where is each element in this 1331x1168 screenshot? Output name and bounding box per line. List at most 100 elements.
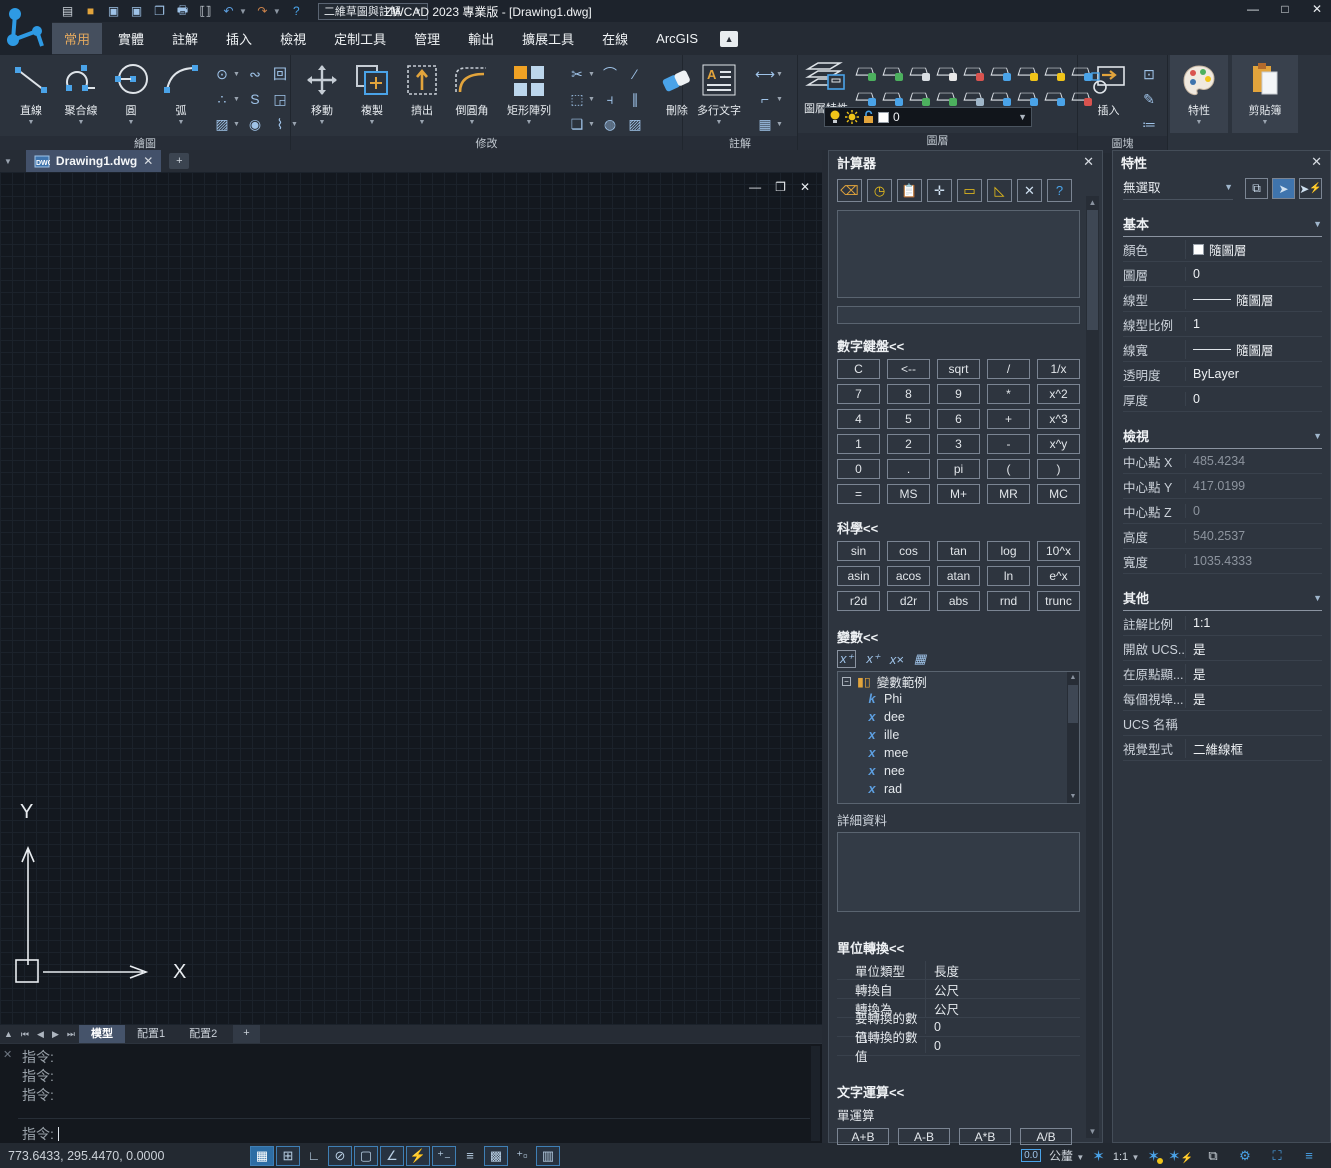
calc-key-MR[interactable]: MR xyxy=(987,484,1030,504)
angle-snap-icon[interactable]: ∠ xyxy=(380,1146,404,1166)
ribbon-collapse-button[interactable]: ▲ xyxy=(720,31,738,47)
property-value[interactable]: 隨圖層 xyxy=(1185,340,1322,359)
property-value[interactable]: 是 xyxy=(1185,639,1322,658)
calc-key-atan[interactable]: atan xyxy=(937,566,980,586)
quick-properties-icon[interactable]: ⁺▫ xyxy=(510,1146,534,1166)
calc-key-r2d[interactable]: r2d xyxy=(837,591,880,611)
calc-key--[interactable]: - xyxy=(987,434,1030,454)
close-icon[interactable]: ✕ xyxy=(1311,154,1322,170)
property-value[interactable]: 1 xyxy=(1185,317,1322,331)
layer-unlock-icon[interactable] xyxy=(987,59,1013,83)
table-icon[interactable]: ▦▼ xyxy=(753,112,785,136)
move-button[interactable]: 移動▼ xyxy=(297,59,347,133)
calc-key-tan[interactable]: tan xyxy=(937,541,980,561)
align-icon[interactable]: ⫞ xyxy=(598,87,622,111)
layout-tab-模型[interactable]: 模型 xyxy=(79,1025,125,1043)
property-value[interactable]: 0 xyxy=(1185,267,1322,281)
object-snap-icon[interactable]: ▢ xyxy=(354,1146,378,1166)
textop-A+B[interactable]: A+B xyxy=(837,1128,889,1145)
layout-nav-icon[interactable]: ⏭ xyxy=(63,1029,79,1040)
layer-on-icon[interactable] xyxy=(879,59,905,83)
doc-minimize-button[interactable]: — xyxy=(749,180,761,194)
calc-key-1[interactable]: 1 xyxy=(837,434,880,454)
ribbon-tab-定制工具[interactable]: 定制工具 xyxy=(322,23,398,54)
insert-block-button[interactable]: 插入 xyxy=(1084,59,1133,133)
close-icon[interactable]: ✕ xyxy=(1083,154,1094,170)
layer-merge-icon[interactable] xyxy=(987,84,1013,108)
layer-make-current-icon[interactable] xyxy=(933,84,959,108)
ribbon-tab-在線[interactable]: 在線 xyxy=(590,23,640,54)
layer-previous-icon[interactable] xyxy=(960,84,986,108)
ribbon-tab-註解[interactable]: 註解 xyxy=(160,23,210,54)
layer-walk-icon[interactable] xyxy=(879,84,905,108)
create-block-icon[interactable]: ⊡ xyxy=(1137,62,1161,86)
get-coordinates-icon[interactable]: ✛ xyxy=(927,179,952,202)
close-icon[interactable]: ✕ xyxy=(3,1048,12,1061)
property-value[interactable]: 417.0199 xyxy=(1185,479,1322,493)
calc-key-/[interactable]: / xyxy=(987,359,1030,379)
textop-A*B[interactable]: A*B xyxy=(959,1128,1011,1145)
doc-restore-button[interactable]: ❐ xyxy=(775,180,786,194)
calc-key-abs[interactable]: abs xyxy=(937,591,980,611)
snap-tracking-icon[interactable]: ⚡ xyxy=(406,1146,430,1166)
calc-key-4[interactable]: 4 xyxy=(837,409,880,429)
donut-icon[interactable]: ◉ xyxy=(243,112,267,136)
variable-item-vee[interactable]: xvee xyxy=(838,798,1079,804)
paste-to-command-icon[interactable]: 📋 xyxy=(897,179,922,202)
layout-add-button[interactable]: + xyxy=(233,1025,259,1043)
array-button[interactable]: 矩形陣列▼ xyxy=(497,59,561,133)
edit-variable-icon[interactable]: x⁺ xyxy=(866,651,879,667)
calc-key-x^3[interactable]: x^3 xyxy=(1037,409,1080,429)
annotation-scale-dropdown[interactable]: 1:1 ▼ xyxy=(1113,1149,1140,1163)
calc-key-log[interactable]: log xyxy=(987,541,1030,561)
measure-distance-icon[interactable]: ▭ xyxy=(957,179,982,202)
variable-item-Phi[interactable]: kPhi xyxy=(838,690,1079,708)
select-objects-icon[interactable]: ➤ xyxy=(1272,178,1295,199)
variable-item-dee[interactable]: xdee xyxy=(838,708,1079,726)
maximize-button[interactable]: □ xyxy=(1277,2,1293,16)
lineweight-icon[interactable]: ≡ xyxy=(458,1146,482,1166)
calculator-icon[interactable]: ▦ xyxy=(914,651,926,667)
layout-nav-icon[interactable]: ▶ xyxy=(48,1029,63,1040)
ribbon-tab-ArcGIS[interactable]: ArcGIS xyxy=(644,25,710,52)
polar-tracking-icon[interactable]: ⊘ xyxy=(328,1146,352,1166)
property-group-其他[interactable]: 其他▼ xyxy=(1123,588,1322,611)
calc-key-acos[interactable]: acos xyxy=(887,566,930,586)
fillet-button[interactable]: 倒圓角▼ xyxy=(447,59,497,133)
stretch-button[interactable]: 擠出▼ xyxy=(397,59,447,133)
layer-dropdown[interactable]: 0 ▼ xyxy=(824,107,1032,127)
new-file-icon[interactable]: ▤ xyxy=(60,4,75,18)
layer-thaw-icon[interactable] xyxy=(933,59,959,83)
doc-tab-menu-icon[interactable]: ▼ xyxy=(4,157,12,166)
layer-match-icon[interactable] xyxy=(906,84,932,108)
calc-key-=[interactable]: = xyxy=(837,484,880,504)
calc-key-d2r[interactable]: d2r xyxy=(887,591,930,611)
annotation-visibility-icon[interactable]: ✶ xyxy=(1147,1147,1160,1165)
property-value[interactable]: 1:1 xyxy=(1185,616,1322,630)
edit-block-icon[interactable]: ✎ xyxy=(1137,87,1161,111)
new-variable-icon[interactable]: x⁺ xyxy=(837,650,856,668)
calculator-scrollbar[interactable]: ▲▼ xyxy=(1086,196,1099,1138)
calc-key-MS[interactable]: MS xyxy=(887,484,930,504)
property-value[interactable]: 隨圖層 xyxy=(1185,290,1322,309)
offset-icon[interactable]: ⌒ xyxy=(598,62,622,86)
calc-key-2[interactable]: 2 xyxy=(887,434,930,454)
calc-key-C[interactable]: C xyxy=(837,359,880,379)
property-value[interactable]: ByLayer xyxy=(1185,367,1322,381)
annotation-monitor-icon[interactable]: ▥ xyxy=(536,1146,560,1166)
copy-icon[interactable]: ❐ xyxy=(152,4,167,18)
property-group-基本[interactable]: 基本▼ xyxy=(1123,214,1322,237)
variable-item-nee[interactable]: xnee xyxy=(838,762,1079,780)
plot-icon[interactable]: 🖶 xyxy=(175,4,190,18)
new-document-button[interactable]: + xyxy=(169,153,189,169)
ortho-mode-icon[interactable]: ∟ xyxy=(302,1146,326,1166)
polyline-button[interactable]: 聚合線▼ xyxy=(56,59,106,133)
quick-select-icon[interactable]: ➤⚡ xyxy=(1299,178,1322,199)
calc-key-asin[interactable]: asin xyxy=(837,566,880,586)
layout-nav-icon[interactable]: ▲ xyxy=(0,1029,17,1039)
explode-icon[interactable]: ❏▼ xyxy=(565,112,597,136)
ribbon-tab-檢視[interactable]: 檢視 xyxy=(268,23,318,54)
doc-close-button[interactable]: ✕ xyxy=(800,180,810,194)
close-icon[interactable]: ✕ xyxy=(143,154,153,168)
settings-gear-icon[interactable]: ⚙ xyxy=(1233,1146,1257,1166)
